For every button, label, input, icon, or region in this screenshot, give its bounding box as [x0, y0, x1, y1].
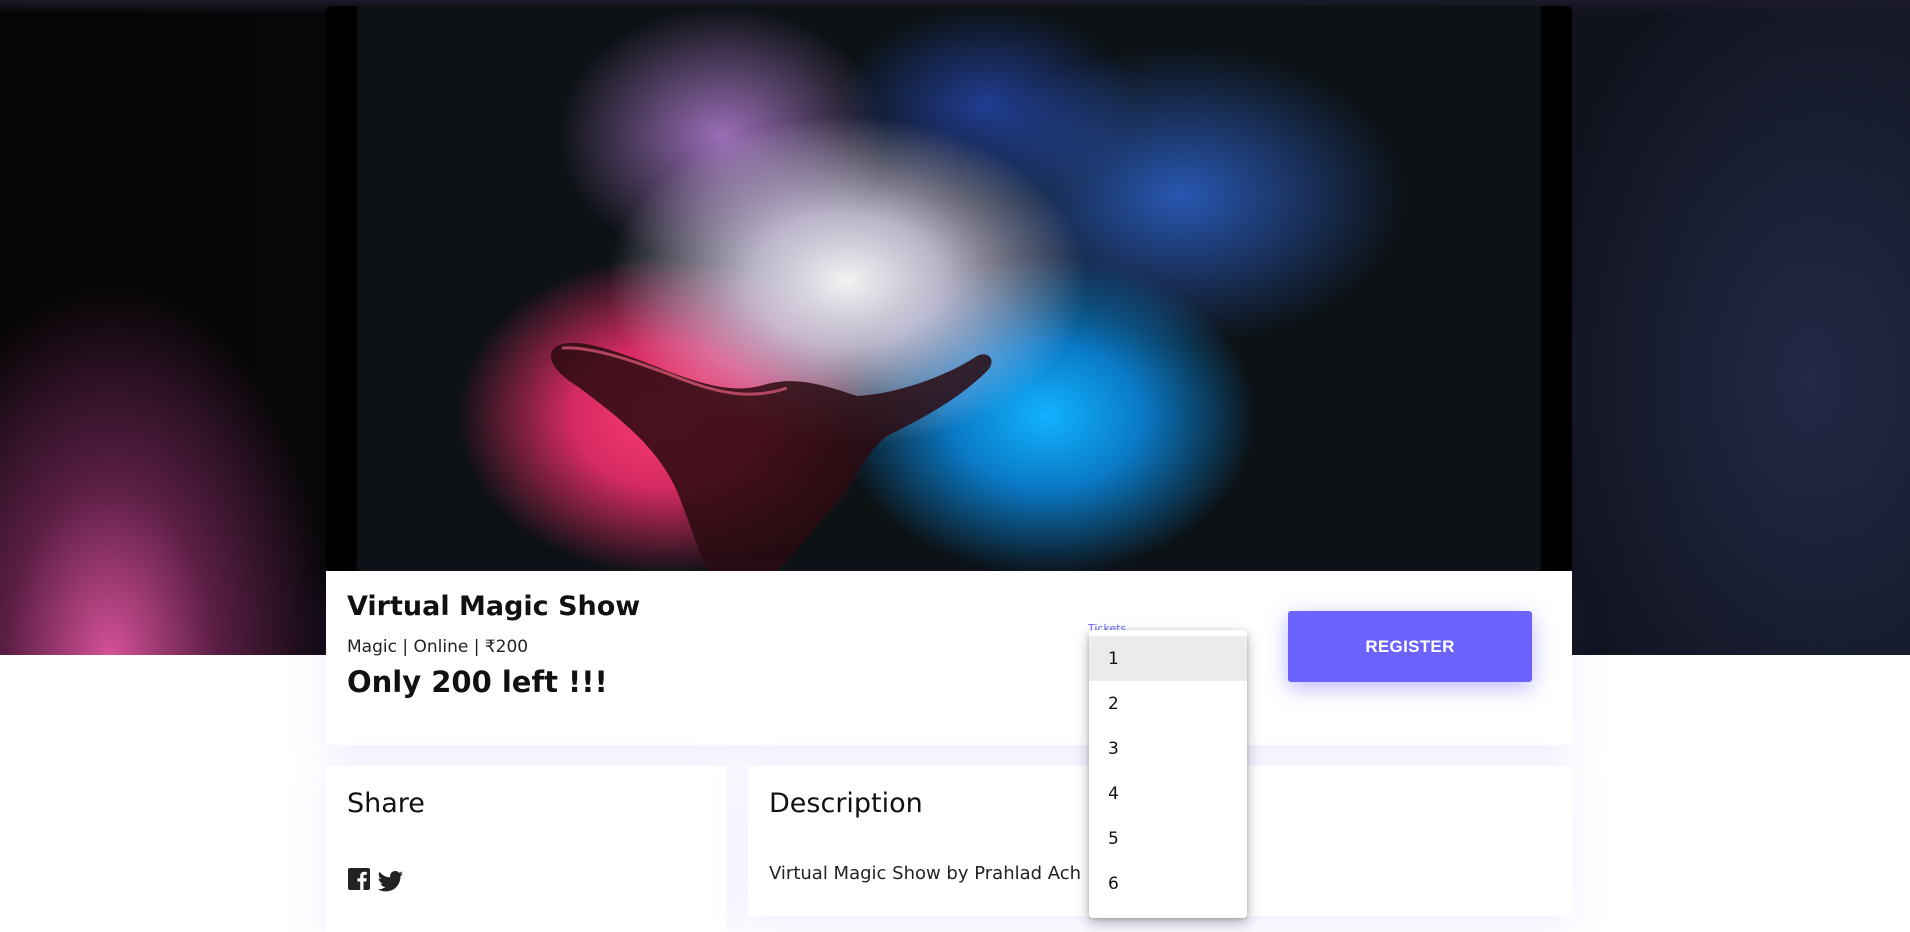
- twitter-icon[interactable]: [377, 867, 403, 893]
- event-info-card: Virtual Magic Show Magic | Online | ₹200…: [326, 571, 1572, 745]
- ticket-option-4[interactable]: 4: [1089, 771, 1247, 816]
- ticket-option-5[interactable]: 5: [1089, 816, 1247, 861]
- banner-artwork: [357, 6, 1541, 571]
- tickets-dropdown-menu[interactable]: 1 2 3 4 5 6: [1089, 630, 1247, 918]
- hand-silhouette: [550, 342, 992, 571]
- social-links: [347, 867, 403, 893]
- event-banner-image: [326, 6, 1572, 571]
- description-text: Virtual Magic Show by Prahlad Ach: [769, 863, 1082, 884]
- event-meta: Magic | Online | ₹200: [347, 637, 529, 657]
- ticket-option-1[interactable]: 1: [1089, 636, 1247, 681]
- register-button[interactable]: REGISTER: [1288, 611, 1532, 682]
- ticket-option-6[interactable]: 6: [1089, 861, 1247, 906]
- description-heading: Description: [769, 788, 923, 819]
- event-title: Virtual Magic Show: [347, 591, 641, 622]
- facebook-icon[interactable]: [347, 867, 373, 893]
- share-card: Share: [326, 766, 727, 932]
- ticket-option-3[interactable]: 3: [1089, 726, 1247, 771]
- tickets-remaining: Only 200 left !!!: [347, 665, 608, 699]
- share-heading: Share: [347, 788, 425, 819]
- ticket-option-2[interactable]: 2: [1089, 681, 1247, 726]
